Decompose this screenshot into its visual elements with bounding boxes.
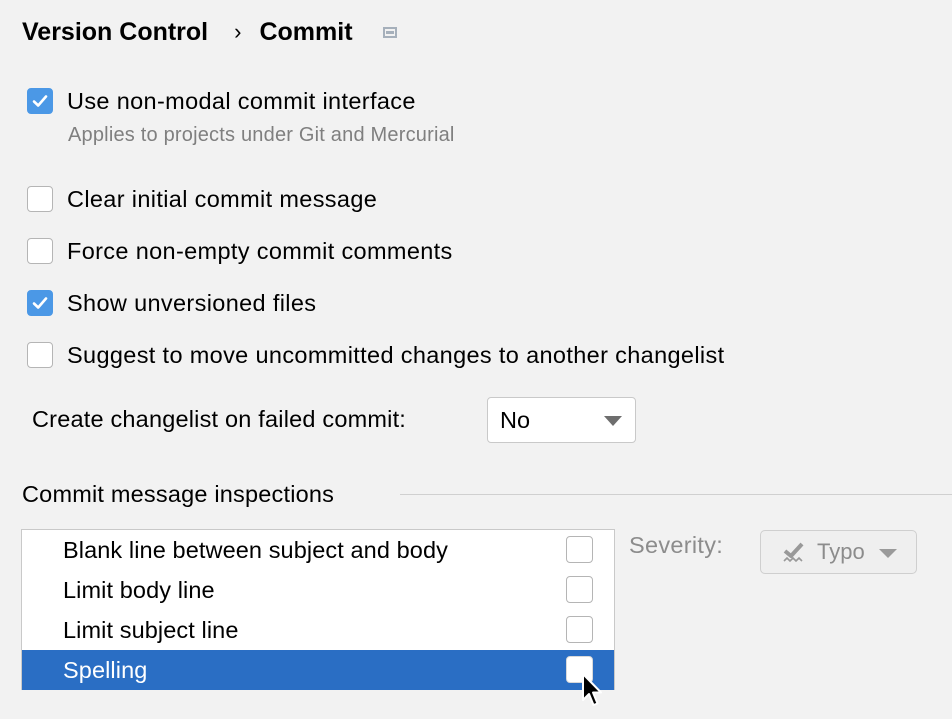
checkbox[interactable] <box>27 290 53 316</box>
list-item-checkbox[interactable] <box>566 616 593 643</box>
list-item-checkbox[interactable] <box>566 536 593 563</box>
list-item-checkbox[interactable] <box>566 576 593 603</box>
severity-label: Severity: <box>629 532 724 558</box>
list-item[interactable]: Spelling <box>22 650 614 690</box>
list-item-label: Spelling <box>63 656 148 683</box>
option-label: Show unversioned files <box>67 289 317 316</box>
section-divider <box>400 494 952 495</box>
option-non-modal-commit[interactable]: Use non-modal commit interface <box>27 86 416 116</box>
chevron-down-icon <box>879 549 897 558</box>
changelist-value: No <box>500 406 531 433</box>
option-suggest-move-changes[interactable]: Suggest to move uncommitted changes to a… <box>27 340 724 370</box>
checkbox[interactable] <box>27 186 53 212</box>
list-item[interactable]: Limit body line <box>22 570 614 610</box>
list-item[interactable]: Limit subject line <box>22 610 614 650</box>
mouse-cursor-icon <box>582 673 602 706</box>
checkbox[interactable] <box>27 238 53 264</box>
option-label: Clear initial commit message <box>67 185 378 212</box>
page-title: Commit <box>259 17 353 46</box>
option-show-unversioned[interactable]: Show unversioned files <box>27 288 316 318</box>
option-label: Force non-empty commit comments <box>67 237 453 264</box>
option-clear-initial-message[interactable]: Clear initial commit message <box>27 184 377 214</box>
breadcrumb-parent[interactable]: Version Control <box>22 18 208 47</box>
breadcrumb-separator: › <box>234 19 242 44</box>
checkmark-icon <box>32 95 48 107</box>
changelist-dropdown[interactable]: No <box>487 397 636 443</box>
window-pin-icon[interactable] <box>382 26 397 38</box>
changelist-label: Create changelist on failed commit: <box>32 406 407 432</box>
breadcrumb: Version Control › Commit <box>22 14 397 50</box>
list-item[interactable]: Blank line between subject and body <box>22 530 614 570</box>
list-item-label: Limit body line <box>63 576 215 603</box>
list-item-label: Limit subject line <box>63 616 239 643</box>
severity-dropdown[interactable]: Typo <box>760 530 917 574</box>
checkbox[interactable] <box>27 88 53 114</box>
section-title: Commit message inspections <box>22 481 335 507</box>
option-label: Use non-modal commit interface <box>67 87 416 114</box>
chevron-down-icon <box>604 416 622 426</box>
inspections-list[interactable]: Blank line between subject and body Limi… <box>21 529 615 690</box>
list-item-label: Blank line between subject and body <box>63 536 448 563</box>
checkbox[interactable] <box>27 342 53 368</box>
option-hint: Applies to projects under Git and Mercur… <box>68 124 455 146</box>
typo-check-icon <box>783 542 804 563</box>
option-force-non-empty[interactable]: Force non-empty commit comments <box>27 236 453 266</box>
checkmark-icon <box>32 297 48 309</box>
severity-value: Typo <box>817 539 865 564</box>
option-label: Suggest to move uncommitted changes to a… <box>67 341 725 368</box>
